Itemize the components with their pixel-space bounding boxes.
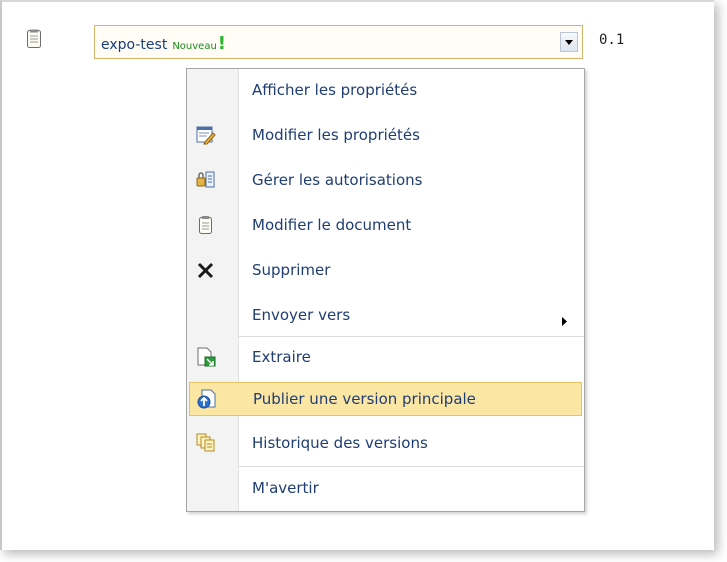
- menu-item-alert-me[interactable]: M'avertir: [187, 471, 584, 505]
- menu-item-label: Modifier le document: [252, 216, 412, 234]
- menu-item-label: Supprimer: [252, 261, 331, 279]
- document-icon: [196, 215, 216, 235]
- list-view-panel: expo-test Nouveau! 0.1 Afficher les propr…: [0, 0, 714, 550]
- item-menu-dropdown-button[interactable]: [560, 32, 578, 52]
- menu-item-label: Modifier les propriétés: [252, 126, 420, 144]
- document-icon[interactable]: [26, 29, 42, 49]
- permissions-icon: [196, 170, 216, 190]
- version-value: 0.1: [599, 32, 625, 48]
- delete-x-icon: [196, 260, 216, 280]
- menu-separator: [239, 466, 584, 467]
- context-menu: Afficher les propriétés Modifier les pro…: [186, 68, 585, 512]
- menu-item-version-history[interactable]: Historique des versions: [187, 426, 584, 460]
- menu-separator: [239, 336, 584, 337]
- menu-item-publish-major-version[interactable]: Publier une version principale: [189, 382, 582, 416]
- item-title-link[interactable]: expo-test: [101, 37, 167, 53]
- menu-item-edit-properties[interactable]: Modifier les propriétés: [187, 118, 584, 152]
- menu-item-view-properties[interactable]: Afficher les propriétés: [187, 73, 584, 107]
- check-out-icon: [196, 347, 216, 367]
- version-history-icon: [196, 433, 216, 453]
- menu-item-label: Extraire: [252, 348, 311, 366]
- item-title-box[interactable]: expo-test Nouveau!: [94, 25, 583, 59]
- submenu-arrow-icon: [562, 311, 567, 330]
- menu-item-manage-permissions[interactable]: Gérer les autorisations: [187, 163, 584, 197]
- chevron-down-icon: [565, 40, 573, 45]
- edit-properties-icon: [196, 125, 216, 145]
- publish-icon: [197, 389, 217, 409]
- new-badge: Nouveau: [172, 41, 217, 52]
- menu-item-check-out[interactable]: Extraire: [187, 340, 584, 374]
- menu-item-delete[interactable]: Supprimer: [187, 253, 584, 287]
- menu-item-label: Gérer les autorisations: [252, 171, 423, 189]
- menu-item-label: Publier une version principale: [253, 390, 476, 408]
- menu-item-label: Afficher les propriétés: [252, 81, 418, 99]
- new-mark: !: [217, 33, 227, 54]
- menu-item-label: M'avertir: [252, 479, 319, 497]
- menu-item-send-to[interactable]: Envoyer vers: [187, 298, 584, 332]
- menu-item-edit-document[interactable]: Modifier le document: [187, 208, 584, 242]
- menu-item-label: Historique des versions: [252, 434, 428, 452]
- menu-item-label: Envoyer vers: [252, 306, 351, 324]
- item-title-row: expo-test Nouveau!: [101, 33, 226, 54]
